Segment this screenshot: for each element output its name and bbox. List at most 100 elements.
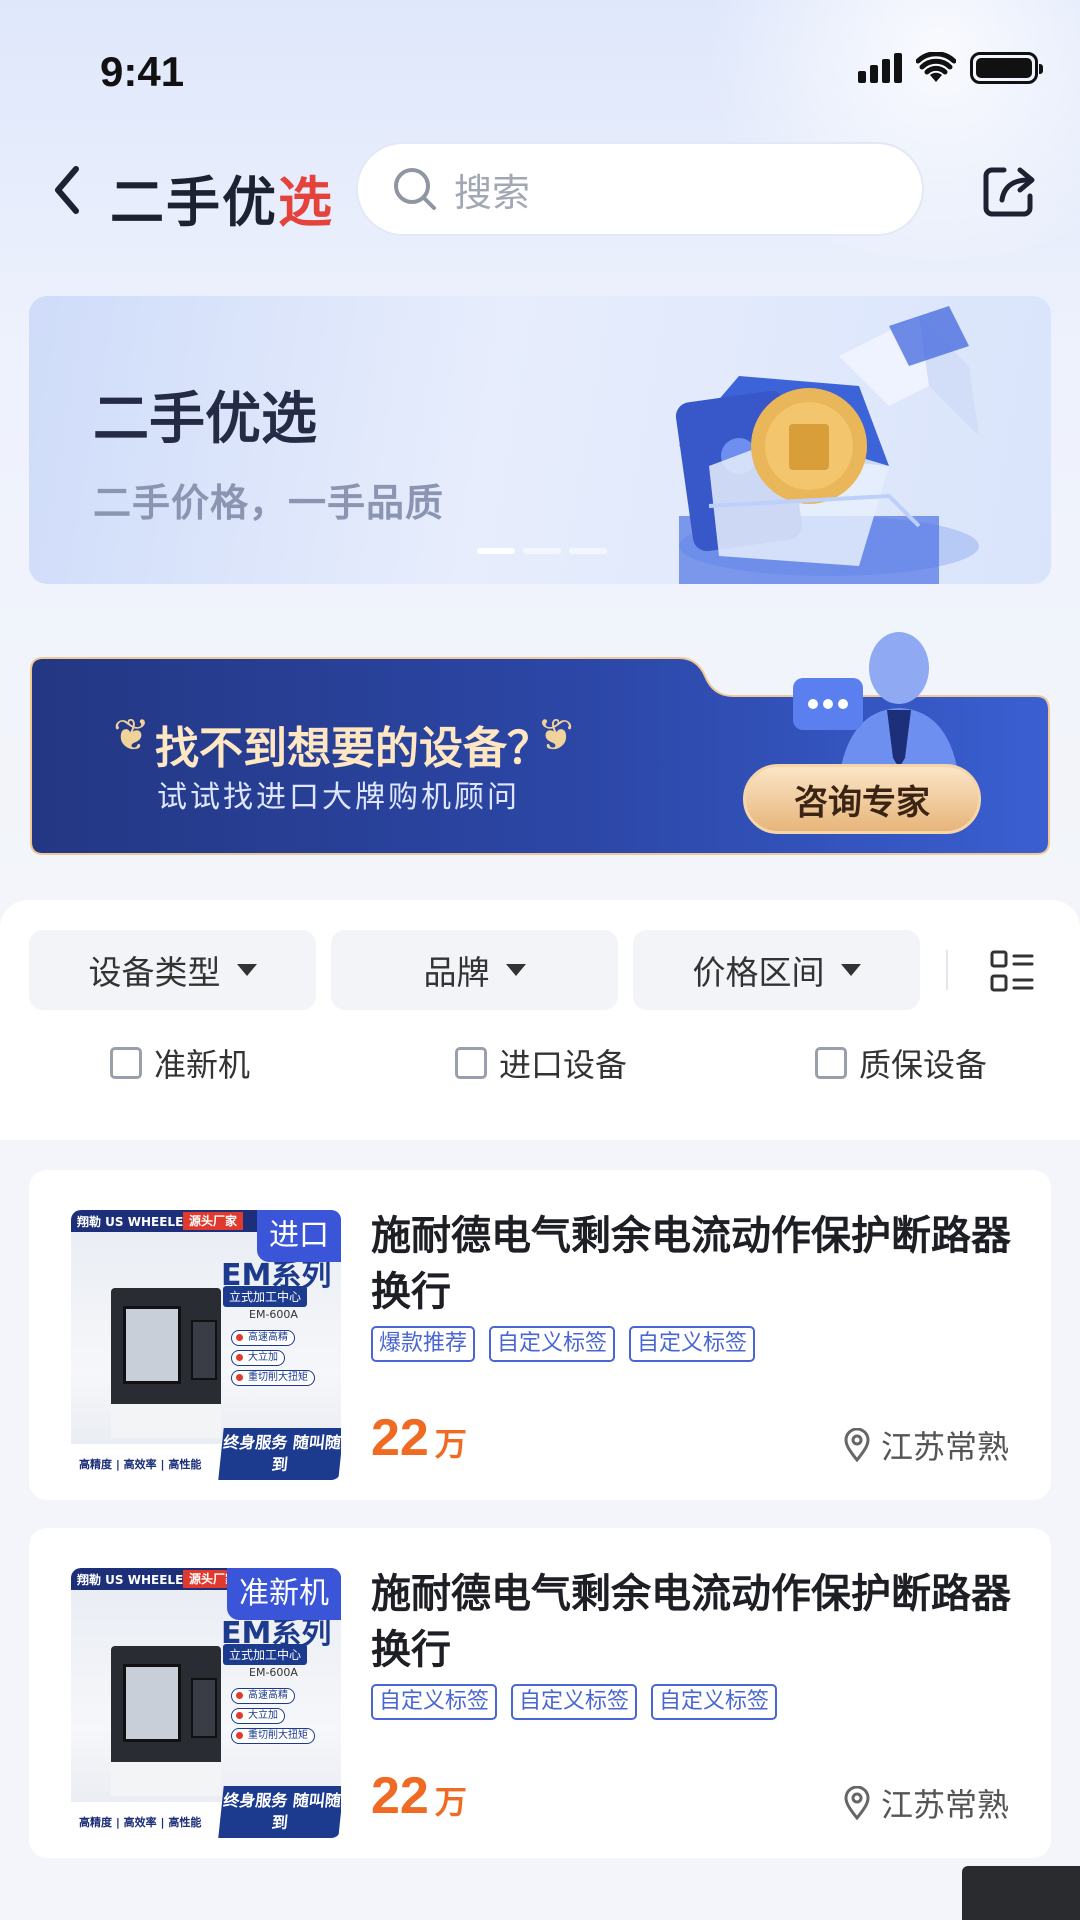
consult-subtitle: 试试找进口大牌购机顾问 <box>157 780 520 815</box>
checkbox-label: 准新机 <box>154 1046 251 1084</box>
product-tag: 自定义标签 <box>489 1326 616 1362</box>
checkbox-box[interactable] <box>815 1047 847 1079</box>
filter-label: 价格区间 <box>692 953 825 992</box>
back-button[interactable] <box>42 162 92 218</box>
product-tag: 自定义标签 <box>629 1326 756 1362</box>
product-corner-tag: 准新机 <box>227 1568 341 1620</box>
thumb-feature: 大立加 <box>231 1708 285 1724</box>
thumb-source-badge: 源头厂家 <box>183 1212 244 1230</box>
filter-brand[interactable]: 品牌 <box>331 930 618 1010</box>
product-location: 江苏常熟 <box>843 1780 1009 1826</box>
thumb-series-sub: 立式加工中心 <box>223 1286 308 1307</box>
floating-widget[interactable] <box>962 1866 1080 1920</box>
thumb-feature: 高速高精 <box>231 1330 295 1346</box>
laurel-left-icon: ❦ <box>113 710 150 761</box>
banner-title: 二手优选 <box>93 387 317 452</box>
price-unit: 万 <box>434 1425 467 1463</box>
banner-dot[interactable] <box>477 548 515 554</box>
filter-dropdowns: 设备类型 品牌 价格区间 <box>29 930 920 1010</box>
share-icon[interactable] <box>980 160 1040 220</box>
page-title: 二手优选 <box>110 158 334 237</box>
checkbox-box[interactable] <box>110 1047 142 1079</box>
checkbox-warranty[interactable]: 质保设备 <box>815 1040 987 1086</box>
thumb-series-sub: 立式加工中心 <box>223 1644 308 1665</box>
laurel-right-icon: ❦ <box>537 710 574 761</box>
price-unit: 万 <box>434 1783 467 1821</box>
thumb-feature: 重切削大扭矩 <box>231 1370 315 1386</box>
thumb-service: 终身服务 随叫随到 <box>218 1428 341 1480</box>
product-tag: 自定义标签 <box>511 1684 638 1720</box>
price-value: 22 <box>371 1767 429 1825</box>
page-title-accent: 选 <box>278 171 334 234</box>
product-title: 施耐德电气剩余电流动作保护断路器换行 <box>371 1213 1011 1315</box>
product-card[interactable]: 翔勒 US WHEELER 源头厂家 EM系列 立式加工中心 EM-600A 高… <box>29 1528 1051 1858</box>
thumb-feature: 高速高精 <box>231 1688 295 1704</box>
thumb-footer-text: 高精度 | 高效率 | 高性能 <box>79 1816 202 1829</box>
advisor-illustration <box>793 632 959 778</box>
thumb-model: EM-600A <box>249 1308 298 1321</box>
caret-down-icon <box>505 964 526 976</box>
consult-title: 找不到想要的设备？ <box>155 723 551 774</box>
banner-pagination <box>477 548 607 554</box>
status-icons <box>858 52 1043 84</box>
gift-box-illustration <box>675 306 979 584</box>
cellular-signal-icon <box>858 53 902 83</box>
checkbox-imported[interactable]: 进口设备 <box>455 1040 627 1086</box>
checkbox-box[interactable] <box>455 1047 487 1079</box>
filter-equipment-type[interactable]: 设备类型 <box>29 930 316 1010</box>
product-tag: 自定义标签 <box>651 1684 778 1720</box>
divider <box>946 950 948 990</box>
product-title: 施耐德电气剩余电流动作保护断路器换行 <box>371 1571 1011 1673</box>
status-bar: 9:41 <box>0 0 1080 140</box>
machine-panel <box>191 1678 217 1738</box>
product-image: 翔勒 US WHEELER 源头厂家 EM系列 立式加工中心 EM-600A 高… <box>71 1568 341 1838</box>
location-pin-icon <box>844 1786 870 1820</box>
product-image: 翔勒 US WHEELER 源头厂家 EM系列 立式加工中心 EM-600A 高… <box>71 1210 341 1480</box>
location-pin-icon <box>844 1428 870 1462</box>
nav-bar: 二手优选 搜索 <box>0 140 1080 240</box>
location-text: 江苏常熟 <box>880 1786 1009 1824</box>
thumb-model: EM-600A <box>249 1666 298 1679</box>
status-time: 9:41 <box>100 48 185 95</box>
filter-price-range[interactable]: 价格区间 <box>633 930 920 1010</box>
filter-label: 品牌 <box>423 953 490 992</box>
wifi-icon <box>916 52 956 82</box>
chevron-left-icon <box>55 166 79 214</box>
machine-panel <box>191 1320 217 1380</box>
search-icon <box>394 168 436 210</box>
page-title-text: 二手优 <box>110 171 278 234</box>
caret-down-icon <box>840 964 861 976</box>
product-tag: 自定义标签 <box>371 1684 498 1720</box>
banner-subtitle: 二手价格，一手品质 <box>93 481 445 525</box>
price-value: 22 <box>371 1409 429 1467</box>
banner-dot[interactable] <box>523 548 561 554</box>
product-card[interactable]: 翔勒 US WHEELER 源头厂家 EM系列 立式加工中心 EM-600A 高… <box>29 1170 1051 1500</box>
thumb-feature: 大立加 <box>231 1350 285 1366</box>
checkbox-label: 质保设备 <box>859 1046 988 1084</box>
location-text: 江苏常熟 <box>880 1428 1009 1466</box>
thumb-service: 终身服务 随叫随到 <box>218 1786 341 1838</box>
thumb-footer-text: 高精度 | 高效率 | 高性能 <box>79 1458 202 1471</box>
battery-icon <box>970 52 1043 84</box>
banner-dot[interactable] <box>569 548 607 554</box>
product-tags: 自定义标签 自定义标签 自定义标签 <box>371 1684 778 1720</box>
list-view-icon[interactable] <box>990 950 1034 994</box>
thumb-feature: 重切削大扭矩 <box>231 1728 315 1744</box>
search-input[interactable]: 搜索 <box>356 142 924 236</box>
promo-banner[interactable]: 二手优选 二手价格，一手品质 <box>29 296 1051 584</box>
consult-expert-button[interactable]: 咨询专家 <box>743 764 981 834</box>
thumb-brand: 翔勒 US WHEELER <box>77 1573 193 1587</box>
product-tag: 爆款推荐 <box>371 1326 476 1362</box>
consult-expert-banner[interactable]: ❦ 找不到想要的设备？ ❦ 试试找进口大牌购机顾问 咨询专家 <box>29 632 1051 856</box>
thumb-brand: 翔勒 US WHEELER <box>77 1215 193 1229</box>
product-price: 22 万 <box>371 1408 467 1468</box>
checkbox-like-new[interactable]: 准新机 <box>110 1040 250 1086</box>
caret-down-icon <box>236 964 257 976</box>
search-placeholder: 搜索 <box>454 170 531 215</box>
filter-label: 设备类型 <box>88 953 221 992</box>
checkbox-label: 进口设备 <box>499 1046 628 1084</box>
product-tags: 爆款推荐 自定义标签 自定义标签 <box>371 1326 756 1362</box>
product-corner-tag: 进口 <box>257 1210 341 1262</box>
product-location: 江苏常熟 <box>843 1422 1009 1468</box>
product-price: 22 万 <box>371 1766 467 1826</box>
